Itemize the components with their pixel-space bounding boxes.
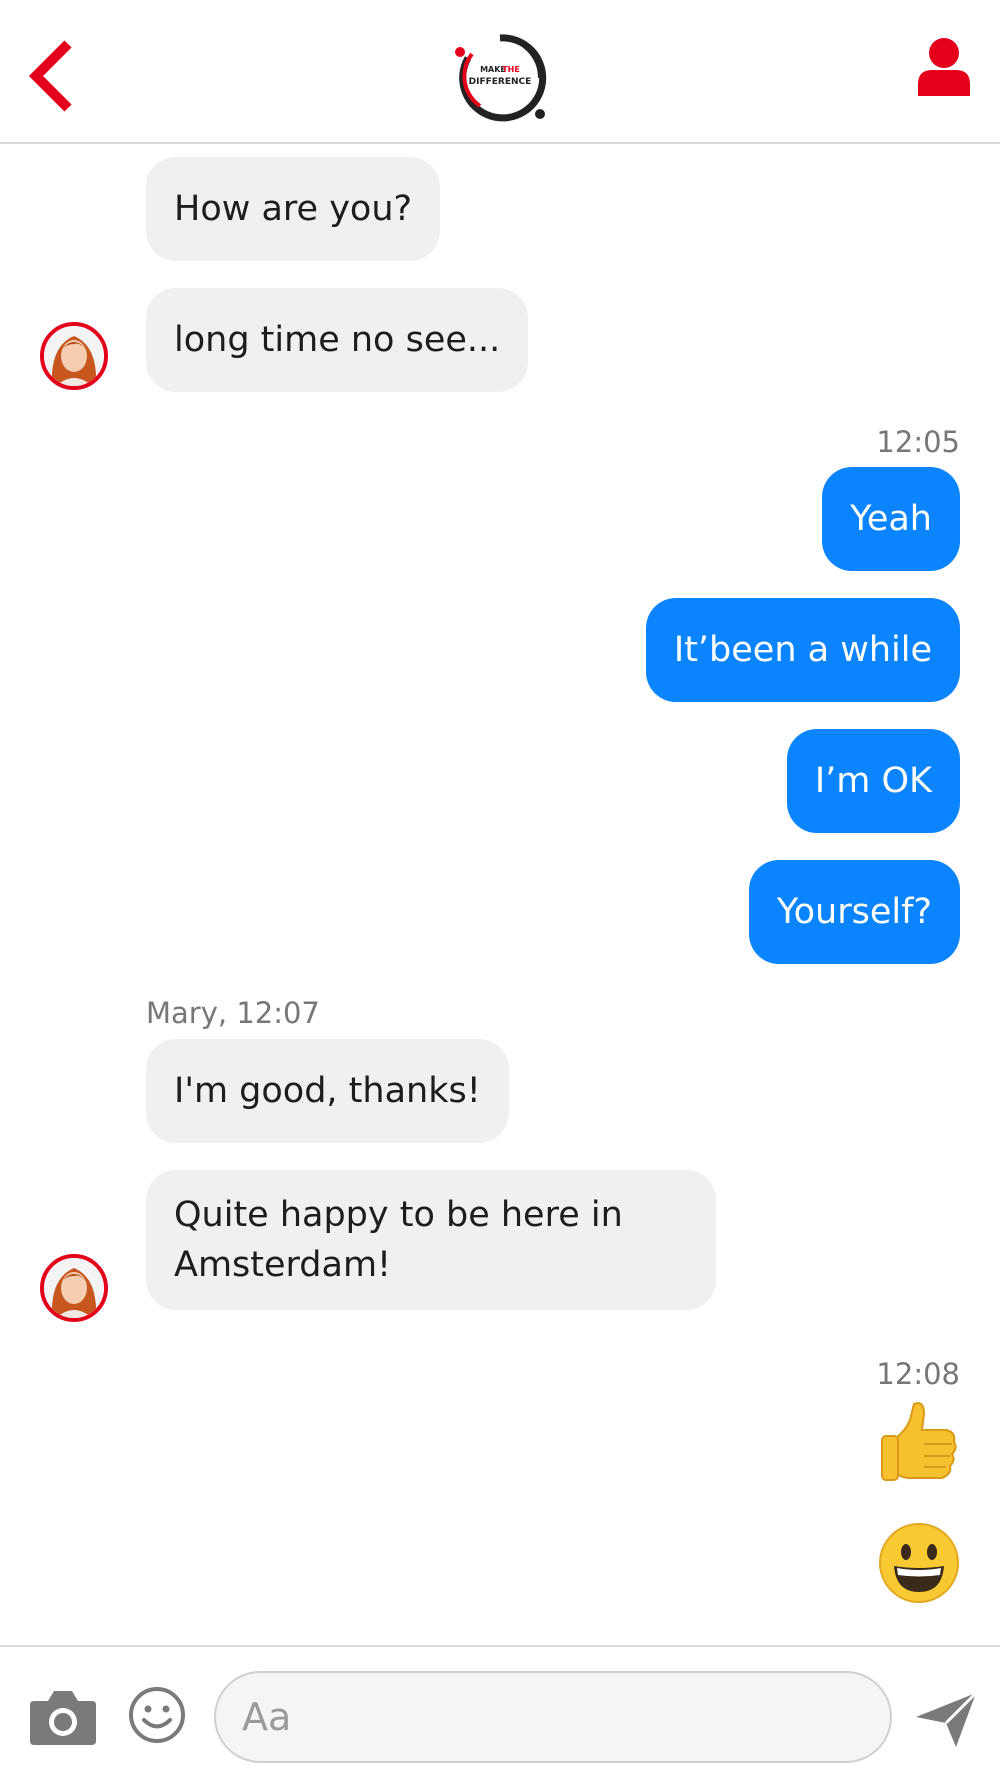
message-composer [0,1645,1000,1780]
send-button[interactable] [912,1689,982,1751]
message-input[interactable] [214,1671,892,1763]
camera-icon [30,1691,96,1745]
send-icon [916,1691,978,1747]
emoji-button[interactable] [127,1685,187,1745]
avatar[interactable] [40,322,108,390]
smiley-icon [129,1687,185,1743]
brand-logo: MAKE THE DIFFERENCE [450,28,550,128]
incoming-message[interactable]: How are you? [146,157,441,261]
outgoing-message[interactable]: I’m OK [786,729,960,833]
outgoing-message[interactable]: It’been a while [645,598,960,702]
back-button[interactable] [24,36,84,116]
grinning-face-emoji[interactable] [878,1522,960,1604]
thumbs-up-emoji[interactable] [880,1400,960,1484]
chevron-left-icon [28,40,72,112]
outgoing-message[interactable]: Yeah [822,467,960,571]
chat-header: MAKE THE DIFFERENCE [0,0,1000,144]
camera-button[interactable] [28,1687,98,1747]
avatar[interactable] [40,1254,108,1322]
profile-button[interactable] [915,36,973,98]
incoming-message[interactable]: long time no see... [146,288,529,392]
incoming-message[interactable]: I'm good, thanks! [146,1039,509,1143]
logo-text-difference: DIFFERENCE [469,77,532,87]
timestamp: 12:08 [876,1357,960,1391]
outgoing-message[interactable]: Yourself? [748,860,960,964]
logo-text-the: THE [502,65,520,74]
timestamp: 12:05 [876,425,960,459]
sender-timestamp: Mary, 12:07 [146,996,320,1030]
incoming-message[interactable]: Quite happy to be here in Amsterdam! [146,1170,716,1310]
user-icon [918,38,970,96]
